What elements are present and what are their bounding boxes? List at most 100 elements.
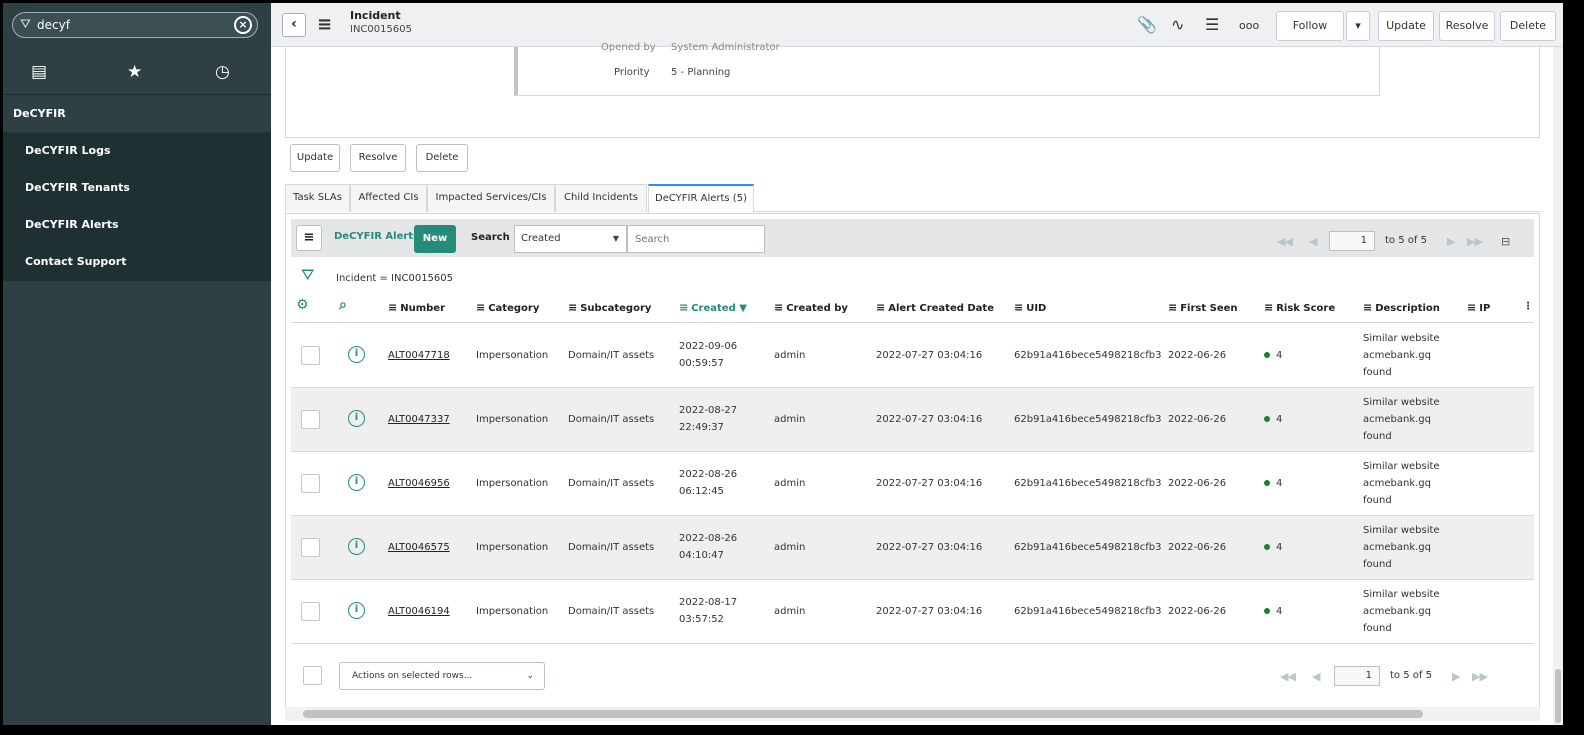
history-clock-icon[interactable]: ◷ xyxy=(215,62,230,82)
col-created-by[interactable]: ≡ Created by xyxy=(774,301,848,314)
table-row[interactable]: i ALT0046194 Impersonation Domain/IT ass… xyxy=(291,580,1534,644)
sidebar-section-decyfir[interactable]: DeCYFIR xyxy=(3,95,271,133)
alert-number-link[interactable]: ALT0046194 xyxy=(388,603,450,620)
navigator-filter-input[interactable] xyxy=(37,16,217,34)
page-input[interactable]: 1 xyxy=(1329,231,1375,251)
alert-number-link[interactable]: ALT0046956 xyxy=(388,475,450,492)
last-page-icon[interactable]: ▶▶ xyxy=(1472,670,1488,683)
preview-info-icon[interactable]: i xyxy=(348,538,365,555)
row-checkbox[interactable] xyxy=(301,602,320,621)
risk-score-cell: 4 xyxy=(1264,603,1282,620)
risk-dot-icon xyxy=(1264,544,1270,550)
favorites-star-icon[interactable]: ★ xyxy=(127,62,142,82)
prev-page-icon[interactable]: ◀ xyxy=(1312,670,1321,683)
preview-info-icon[interactable]: i xyxy=(348,346,365,363)
first-page-icon[interactable]: ◀◀ xyxy=(1277,235,1293,248)
select-all-checkbox[interactable] xyxy=(303,666,322,685)
row-checkbox[interactable] xyxy=(301,410,320,429)
col-ip[interactable]: ≡ IP xyxy=(1467,301,1490,314)
description-line-1: Similar website xyxy=(1363,397,1440,408)
first-page-icon[interactable]: ◀◀ xyxy=(1280,670,1296,683)
next-page-icon[interactable]: ▶ xyxy=(1452,670,1461,683)
preview-info-icon[interactable]: i xyxy=(348,602,365,619)
tab-affected-cis[interactable]: Affected CIs xyxy=(350,184,427,212)
col-risk-score[interactable]: ≡ Risk Score xyxy=(1264,301,1335,314)
clear-icon[interactable]: × xyxy=(234,16,252,34)
priority-value[interactable]: 5 - Planning xyxy=(671,67,730,78)
follow-dropdown-icon[interactable]: ▾ xyxy=(1346,11,1370,41)
list-toolbar: ≡ DeCYFIR Alerts New Search Created ▼ ◀◀… xyxy=(291,219,1534,257)
activity-icon[interactable]: ∿ xyxy=(1171,15,1184,34)
header-delete-button[interactable]: Delete xyxy=(1500,11,1556,41)
filter-icon: ⛛ xyxy=(20,17,31,32)
row-checkbox[interactable] xyxy=(301,346,320,365)
tab-child-incidents[interactable]: Child Incidents xyxy=(555,184,647,212)
tab-decyfir-alerts[interactable]: DeCYFIR Alerts (5) xyxy=(648,184,754,213)
row-checkbox[interactable] xyxy=(301,538,320,557)
more-columns-icon[interactable]: ⋮ xyxy=(1523,301,1533,312)
sidebar-item-decyfir-alerts[interactable]: DeCYFIR Alerts xyxy=(3,207,271,244)
uid-cell: 62b91a416bece5498218cfb3 xyxy=(1014,414,1162,425)
follow-button[interactable]: Follow xyxy=(1276,11,1344,41)
alert-number-link[interactable]: ALT0046575 xyxy=(388,539,450,556)
back-button[interactable]: ‹ xyxy=(282,13,306,37)
risk-dot-icon xyxy=(1264,608,1270,614)
last-page-icon[interactable]: ▶▶ xyxy=(1467,235,1483,248)
search-field-value: Created xyxy=(521,233,561,244)
alert-number-link[interactable]: ALT0047337 xyxy=(388,411,450,428)
risk-score-cell: 4 xyxy=(1264,539,1282,556)
preview-info-icon[interactable]: i xyxy=(348,474,365,491)
search-field-select[interactable]: Created ▼ xyxy=(514,225,627,253)
attachment-icon[interactable]: 📎 xyxy=(1137,15,1157,34)
prev-page-icon[interactable]: ◀ xyxy=(1309,235,1318,248)
sidebar-item-decyfir-logs[interactable]: DeCYFIR Logs xyxy=(3,133,271,170)
sidebar-item-contact-support[interactable]: Contact Support xyxy=(3,244,271,281)
col-number[interactable]: ≡ Number xyxy=(388,301,445,314)
delete-button[interactable]: Delete xyxy=(416,144,468,172)
col-alert-created-date[interactable]: ≡ Alert Created Date xyxy=(876,301,994,314)
table-row[interactable]: i ALT0047337 Impersonation Domain/IT ass… xyxy=(291,388,1534,452)
form-fields: Opened by System Administrator Priority … xyxy=(514,42,1380,96)
list-title[interactable]: DeCYFIR Alerts xyxy=(334,231,419,242)
page-input[interactable]: 1 xyxy=(1334,666,1380,686)
tab-task-slas[interactable]: Task SLAs xyxy=(285,184,350,212)
vertical-scroll-thumb[interactable] xyxy=(1555,669,1561,723)
main-content: ‹ ≡ Incident INC0015605 📎 ∿ ☰ ooo Follow… xyxy=(271,3,1563,725)
filter-breadcrumb[interactable]: Incident = INC0015605 xyxy=(336,273,453,284)
preview-info-icon[interactable]: i xyxy=(348,410,365,427)
sidebar-item-decyfir-tenants[interactable]: DeCYFIR Tenants xyxy=(3,170,271,207)
row-checkbox[interactable] xyxy=(301,474,320,493)
personalize-icon[interactable]: ☰ xyxy=(1205,15,1219,34)
col-subcategory[interactable]: ≡ Subcategory xyxy=(568,301,651,314)
table-row[interactable]: i ALT0047718 Impersonation Domain/IT ass… xyxy=(291,324,1534,388)
table-row[interactable]: i ALT0046575 Impersonation Domain/IT ass… xyxy=(291,516,1534,580)
header-resolve-button[interactable]: Resolve xyxy=(1439,11,1495,41)
table-row[interactable]: i ALT0046956 Impersonation Domain/IT ass… xyxy=(291,452,1534,516)
collapse-icon[interactable]: ⊟ xyxy=(1501,235,1510,248)
filter-funnel-icon[interactable]: ⛛ xyxy=(301,265,314,285)
alert-number-link[interactable]: ALT0047718 xyxy=(388,347,450,364)
col-first-seen[interactable]: ≡ First Seen xyxy=(1168,301,1238,314)
search-input[interactable] xyxy=(627,225,765,253)
form-menu-icon[interactable]: ≡ xyxy=(317,14,332,35)
next-page-icon[interactable]: ▶ xyxy=(1447,235,1456,248)
search-icon[interactable]: ⌕ xyxy=(339,297,347,313)
all-apps-icon[interactable]: ▤ xyxy=(31,62,47,82)
horizontal-scroll-thumb[interactable] xyxy=(303,710,1423,718)
list-menu-icon[interactable]: ≡ xyxy=(296,225,322,251)
col-uid[interactable]: ≡ UID xyxy=(1014,301,1046,314)
update-button[interactable]: Update xyxy=(290,144,340,172)
navigator-filter[interactable]: ⛛ × xyxy=(12,12,258,38)
header-update-button[interactable]: Update xyxy=(1378,11,1434,41)
col-category[interactable]: ≡ Category xyxy=(476,301,539,314)
vertical-scrollbar[interactable] xyxy=(1553,47,1563,725)
actions-select[interactable]: Actions on selected rows... ⌄ xyxy=(339,662,545,690)
new-button[interactable]: New xyxy=(414,225,456,253)
col-created[interactable]: ≡ Created ▼ xyxy=(679,301,747,314)
col-description[interactable]: ≡ Description xyxy=(1363,301,1440,314)
resolve-button[interactable]: Resolve xyxy=(350,144,406,172)
personalize-list-gear-icon[interactable]: ⚙ xyxy=(296,297,309,313)
tab-impacted-services[interactable]: Impacted Services/CIs xyxy=(427,184,555,212)
more-options-icon[interactable]: ooo xyxy=(1239,19,1259,32)
horizontal-scrollbar[interactable] xyxy=(285,707,1540,721)
